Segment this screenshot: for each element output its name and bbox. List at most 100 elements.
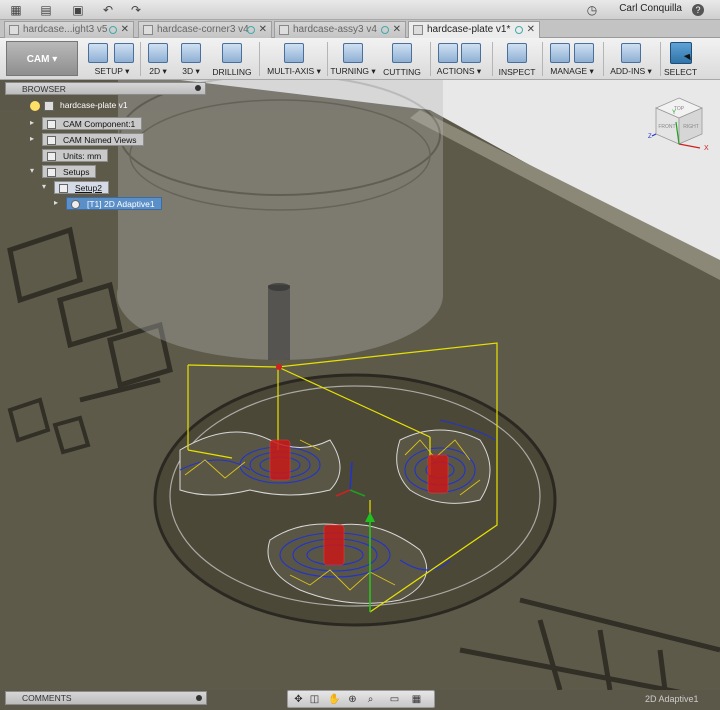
lightbulb-icon[interactable] — [30, 100, 40, 111]
add-ins-icon — [621, 43, 641, 63]
document-icon — [9, 25, 19, 35]
measure-icon — [507, 43, 527, 63]
tree-setup2[interactable]: ▾ Setup2 — [42, 181, 109, 195]
component-icon — [47, 120, 56, 129]
tree-cam-named-views[interactable]: ▸ CAM Named Views — [30, 133, 144, 147]
fit-icon[interactable]: ⌕ — [364, 693, 377, 706]
zoom-icon[interactable]: ⊕ — [346, 693, 359, 706]
template-icon — [574, 43, 594, 63]
svg-text:Y: Y — [672, 110, 676, 116]
separator — [603, 42, 604, 76]
svg-text:Z: Z — [648, 134, 652, 140]
pin-icon[interactable] — [196, 695, 202, 701]
comments-panel[interactable]: COMMENTS — [5, 691, 207, 705]
expand-icon[interactable]: ▸ — [30, 134, 34, 143]
display-settings-icon[interactable]: ▭ — [388, 693, 401, 706]
viewcube[interactable]: TOP FRONT RIGHT X Y Z — [648, 92, 710, 154]
add-ins-menu[interactable]: ADD-INS ▾ — [608, 40, 654, 78]
document-tab-bar: hardcase...ight3 v5 ✕ hardcase-corner3 v4… — [0, 20, 720, 57]
2d-toolpath-icon — [148, 43, 168, 63]
file-icon[interactable]: ▤ — [38, 2, 54, 18]
document-icon — [413, 25, 423, 35]
collapse-icon[interactable]: ▾ — [42, 182, 46, 191]
setup-menu[interactable]: SETUP ▾ — [86, 40, 138, 78]
sync-icon — [247, 26, 255, 34]
user-menu[interactable]: Carl Conquilla — [619, 3, 682, 14]
expand-icon[interactable]: ▸ — [30, 118, 34, 127]
save-icon[interactable]: ▣ — [70, 2, 86, 18]
folder-icon — [47, 168, 56, 177]
workspace-switcher[interactable]: CAM ▾ — [6, 41, 78, 76]
simulate-icon — [438, 43, 458, 63]
svg-text:FRONT: FRONT — [658, 124, 675, 130]
svg-text:X: X — [704, 145, 709, 152]
turning-icon — [343, 43, 363, 63]
inspect-menu[interactable]: INSPECT — [496, 40, 538, 78]
clock-icon[interactable]: ◷ — [584, 2, 600, 18]
3d-toolpath-icon — [181, 43, 201, 63]
turning-menu[interactable]: TURNING ▾ — [330, 40, 376, 78]
units-icon — [47, 152, 56, 161]
setup-icon — [88, 43, 108, 63]
close-icon[interactable]: ✕ — [121, 24, 129, 35]
status-text: 2D Adaptive1 — [645, 694, 699, 704]
post-process-icon — [461, 43, 481, 63]
orbit-icon[interactable]: ✥ — [292, 693, 305, 706]
expand-icon[interactable]: ▸ — [54, 198, 58, 207]
separator — [660, 42, 661, 76]
actions-menu[interactable]: ACTIONS ▾ — [434, 40, 484, 78]
collapse-icon[interactable]: ▾ — [30, 166, 34, 175]
2d-menu[interactable]: 2D ▾ — [143, 40, 173, 78]
pan-icon[interactable]: ✋ — [328, 693, 341, 706]
multi-axis-menu[interactable]: MULTI-AXIS ▾ — [264, 40, 324, 78]
tool-shank — [268, 285, 290, 360]
close-icon[interactable]: ✕ — [527, 24, 535, 35]
browser-panel-header[interactable]: BROWSER — [5, 82, 206, 95]
document-icon — [143, 25, 153, 35]
sync-icon — [515, 26, 523, 34]
setup-icon — [59, 184, 68, 193]
grid-settings-icon[interactable]: ▦ — [410, 693, 423, 706]
3d-viewport[interactable] — [0, 80, 720, 690]
tab-hardcase-assy3[interactable]: hardcase-assy3 v4 ✕ — [274, 21, 406, 38]
separator — [140, 42, 141, 76]
close-icon[interactable]: ✕ — [259, 24, 267, 35]
grid-icon[interactable]: ▦ — [8, 2, 24, 18]
tree-cam-component[interactable]: ▸ CAM Component:1 — [30, 117, 143, 131]
tab-hardcase-ight3[interactable]: hardcase...ight3 v5 ✕ — [4, 21, 134, 38]
tab-hardcase-plate[interactable]: hardcase-plate v1* ✕ — [408, 21, 540, 39]
look-at-icon[interactable]: ◫ — [308, 693, 321, 706]
cutting-menu[interactable]: CUTTING — [380, 40, 424, 78]
tree-2d-adaptive[interactable]: ▸ [T1] 2D Adaptive1 — [54, 197, 162, 211]
navigation-bar: ✥ ◫ ✋ ⊕ ⌕ ▭ ▦ — [287, 690, 435, 708]
sync-icon — [381, 26, 389, 34]
folder-icon — [47, 136, 56, 145]
separator — [542, 42, 543, 76]
manage-menu[interactable]: MANAGE ▾ — [546, 40, 598, 78]
drilling-menu[interactable]: DRILLING — [210, 40, 254, 78]
tree-root[interactable]: hardcase-plate v1 — [30, 100, 128, 114]
svg-text:RIGHT: RIGHT — [683, 124, 699, 130]
cutting-icon — [392, 43, 412, 63]
separator — [430, 42, 431, 76]
title-bar: ▦ ▤ ▣ ↶ ↷ ◷ Carl Conquilla ? — [0, 0, 720, 20]
help-icon[interactable]: ? — [692, 4, 704, 16]
separator — [259, 42, 260, 76]
tree-units[interactable]: Units: mm — [42, 149, 109, 163]
pin-icon[interactable] — [195, 85, 201, 91]
3d-menu[interactable]: 3D ▾ — [176, 40, 206, 78]
document-icon — [44, 100, 54, 111]
close-icon[interactable]: ✕ — [393, 24, 401, 35]
model-canvas[interactable] — [0, 80, 720, 690]
tree-setups[interactable]: ▾ Setups — [30, 165, 97, 179]
multi-axis-icon — [284, 43, 304, 63]
tool-library-icon — [550, 43, 570, 63]
tab-hardcase-corner3[interactable]: hardcase-corner3 v4 ✕ — [138, 21, 272, 38]
drill-icon — [222, 43, 242, 63]
document-icon — [279, 25, 289, 35]
separator — [327, 42, 328, 76]
setup-origin-marker — [276, 364, 282, 370]
undo-icon[interactable]: ↶ — [100, 2, 116, 18]
redo-icon[interactable]: ↷ — [128, 2, 144, 18]
adaptive-icon — [71, 200, 80, 209]
